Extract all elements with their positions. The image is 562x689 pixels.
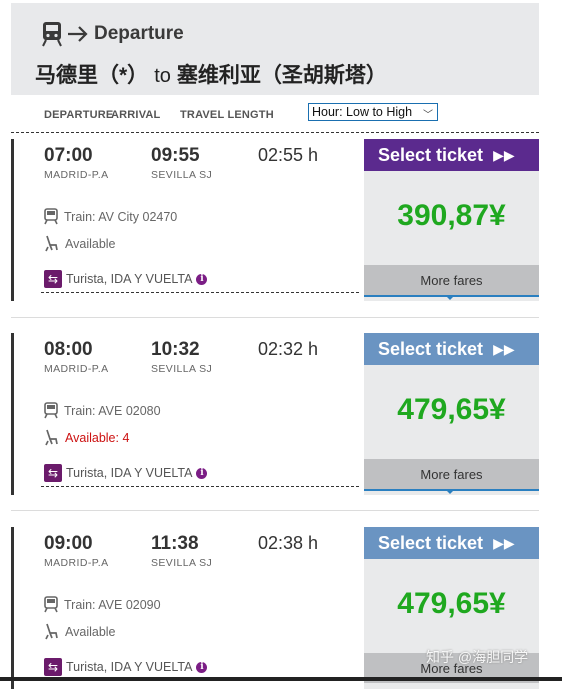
- arrival-station: SEVILLA SJ: [151, 169, 213, 181]
- travel-duration: 02:32 h: [258, 339, 319, 359]
- sort-arrival[interactable]: ARRIVAL: [111, 109, 160, 121]
- ticket-price: 479,65¥: [397, 587, 506, 620]
- swap-icon: ⇆: [44, 464, 62, 482]
- select-ticket-button[interactable]: Select ticket ▶▶: [364, 333, 539, 365]
- more-fares-button[interactable]: More fares: [364, 459, 539, 489]
- card-divider: [41, 486, 359, 487]
- train-number: Train: AV City 02470: [64, 209, 178, 224]
- to-word: to: [154, 65, 171, 87]
- departure-time: 08:00: [44, 339, 93, 360]
- select-ticket-button[interactable]: Select ticket ▶▶: [364, 139, 539, 171]
- fare-info: ⇆ Turista, IDA Y VUELTA i: [44, 270, 208, 288]
- card-separator: [11, 510, 539, 511]
- train-small-icon: [44, 596, 58, 613]
- ticket-price: 479,65¥: [397, 393, 506, 426]
- train-small-icon: [44, 208, 58, 225]
- card-divider: [41, 292, 359, 293]
- departure-station: MADRID-P.A: [44, 363, 109, 375]
- arrival-time: 10:32: [151, 339, 200, 360]
- arrival-station: SEVILLA SJ: [151, 363, 213, 375]
- seat-icon: [45, 623, 58, 640]
- caret-down-icon: [445, 489, 455, 494]
- page-header: Departure 马德里（*） to 塞维利亚（圣胡斯塔）: [11, 3, 539, 95]
- availability-info: Available: [44, 623, 116, 640]
- select-ticket-label: Select ticket: [378, 144, 484, 165]
- direction-row: Departure: [41, 21, 184, 47]
- seat-icon: [45, 429, 58, 446]
- destination-city: 塞维利亚（圣胡斯塔）: [176, 64, 387, 87]
- swap-icon: ⇆: [44, 658, 62, 676]
- ticket-price: 390,87¥: [397, 199, 506, 232]
- fare-type: Turista, IDA Y VUELTA: [66, 272, 193, 286]
- caret-down-icon: [445, 295, 455, 300]
- select-ticket-label: Select ticket: [378, 338, 484, 359]
- sort-departure[interactable]: DEPARTURE: [44, 109, 113, 121]
- train-info: Train: AVE 02080: [44, 402, 161, 419]
- departure-time: 09:00: [44, 533, 93, 554]
- select-ticket-button[interactable]: Select ticket ▶▶: [364, 527, 539, 559]
- train-number: Train: AVE 02080: [64, 403, 161, 418]
- train-small-icon: [44, 402, 58, 419]
- double-chevron-icon: ▶▶: [493, 534, 515, 551]
- arrival-time: 09:55: [151, 145, 200, 166]
- fare-info: ⇆ Turista, IDA Y VUELTA i: [44, 658, 208, 676]
- price-panel: Select ticket ▶▶ 390,87¥ More fares: [364, 139, 539, 301]
- sort-travel-length[interactable]: TRAVEL LENGTH: [180, 109, 274, 121]
- travel-duration: 02:55 h: [258, 145, 319, 165]
- arrival-time: 11:38: [151, 533, 199, 554]
- card-accent-bar: [11, 527, 14, 689]
- price-panel: Select ticket ▶▶ 479,65¥ More fares: [364, 333, 539, 495]
- chevron-down-icon: ﹀: [423, 110, 433, 121]
- swap-icon: ⇆: [44, 270, 62, 288]
- availability-info: Available: 4: [44, 429, 129, 446]
- trip-card: 07:00 MADRID-P.A 09:55 SEVILLA SJ 02:55 …: [11, 139, 539, 301]
- availability-text: Available: [65, 624, 116, 639]
- train-info: Train: AVE 02090: [44, 596, 161, 613]
- departure-time: 07:00: [44, 145, 93, 166]
- sort-bar: DEPARTURE ARRIVAL TRAVEL LENGTH Hour: Lo…: [11, 96, 539, 133]
- fare-info: ⇆ Turista, IDA Y VUELTA i: [44, 464, 208, 482]
- select-ticket-label: Select ticket: [378, 532, 484, 553]
- info-icon[interactable]: i: [196, 273, 208, 285]
- card-separator: [11, 317, 539, 318]
- availability-info: Available: [44, 235, 116, 252]
- availability-text: Available: 4: [65, 430, 130, 445]
- watermark: 知乎 @海胆同学: [426, 649, 529, 665]
- fare-type: Turista, IDA Y VUELTA: [66, 466, 193, 480]
- double-chevron-icon: ▶▶: [493, 146, 515, 163]
- right-arrow-icon: [68, 26, 88, 42]
- train-info: Train: AV City 02470: [44, 208, 177, 225]
- train-number: Train: AVE 02090: [64, 597, 161, 612]
- card-accent-bar: [11, 333, 14, 495]
- availability-text: Available: [65, 236, 116, 251]
- fare-type: Turista, IDA Y VUELTA: [66, 660, 193, 674]
- info-icon[interactable]: i: [196, 467, 208, 479]
- double-chevron-icon: ▶▶: [493, 340, 515, 357]
- info-icon[interactable]: i: [196, 661, 208, 673]
- sort-select[interactable]: Hour: Low to High ﹀: [308, 103, 438, 121]
- route-title: 马德里（*） to 塞维利亚（圣胡斯塔）: [35, 59, 387, 89]
- card-accent-bar: [11, 139, 14, 301]
- sort-select-value: Hour: Low to High: [312, 105, 413, 119]
- trip-card: 08:00 MADRID-P.A 10:32 SEVILLA SJ 02:32 …: [11, 333, 539, 495]
- train-icon: [42, 22, 62, 47]
- departure-station: MADRID-P.A: [44, 557, 109, 569]
- arrival-station: SEVILLA SJ: [151, 557, 213, 569]
- seat-icon: [45, 235, 58, 252]
- direction-label: Departure: [94, 23, 184, 44]
- origin-city: 马德里（*）: [35, 64, 149, 87]
- more-fares-button[interactable]: More fares: [364, 265, 539, 295]
- departure-station: MADRID-P.A: [44, 169, 109, 181]
- bottom-edge: [0, 677, 562, 681]
- travel-duration: 02:38 h: [258, 533, 319, 553]
